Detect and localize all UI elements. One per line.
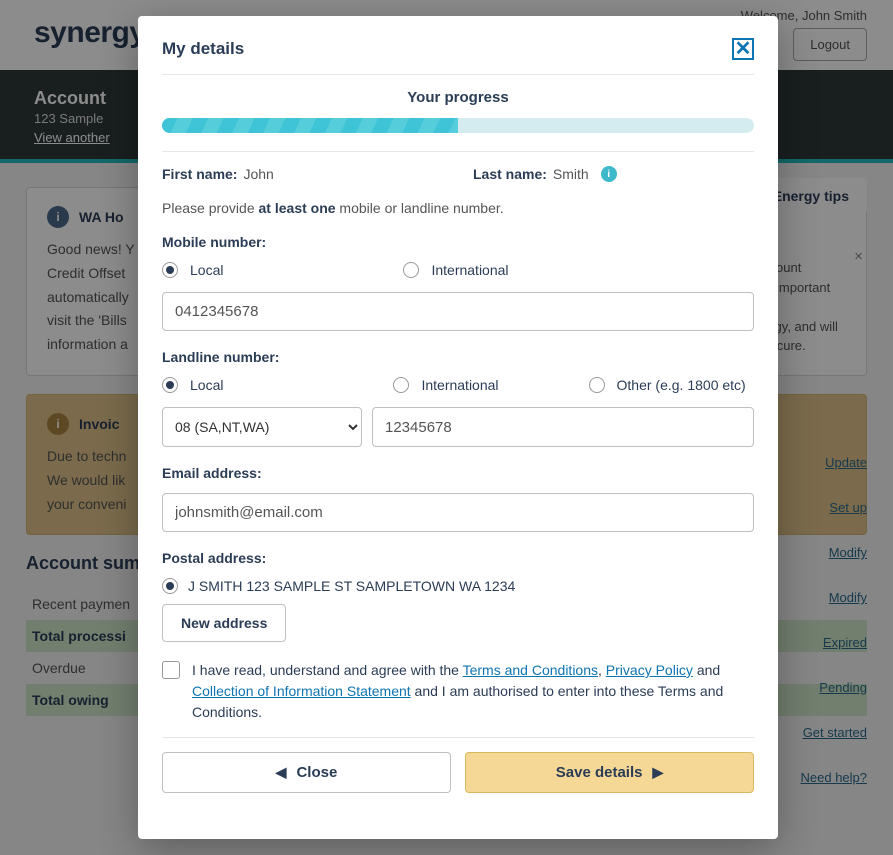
instruction-text: Please provide at least one mobile or la…: [162, 200, 754, 216]
my-details-modal: My details ✕ Your progress First name: J…: [138, 16, 778, 839]
landline-local-radio[interactable]: [162, 377, 178, 393]
mobile-local-label: Local: [190, 262, 223, 278]
close-button[interactable]: ◀ Close: [162, 752, 451, 793]
collection-statement-link[interactable]: Collection of Information Statement: [192, 683, 411, 699]
close-icon[interactable]: ✕: [732, 38, 754, 60]
mobile-international-radio[interactable]: [403, 262, 419, 278]
first-name-value: John: [243, 166, 273, 182]
info-icon[interactable]: i: [601, 166, 617, 182]
first-name-label: First name:: [162, 166, 237, 182]
email-input[interactable]: [162, 493, 754, 532]
mobile-international-label: International: [431, 262, 508, 278]
landline-number-label: Landline number:: [162, 349, 754, 365]
chevron-left-icon: ◀: [276, 764, 287, 781]
modal-title: My details: [162, 39, 244, 59]
last-name-label: Last name:: [473, 166, 547, 182]
privacy-link[interactable]: Privacy Policy: [606, 662, 693, 678]
last-name-value: Smith: [553, 166, 589, 182]
landline-other-radio[interactable]: [589, 377, 605, 393]
chevron-right-icon: ▶: [652, 764, 663, 781]
email-label: Email address:: [162, 465, 754, 481]
save-details-button[interactable]: Save details ▶: [465, 752, 754, 793]
terms-link[interactable]: Terms and Conditions: [463, 662, 598, 678]
landline-number-input[interactable]: [372, 407, 754, 447]
landline-local-label: Local: [190, 377, 223, 393]
mobile-local-radio[interactable]: [162, 262, 178, 278]
new-address-button[interactable]: New address: [162, 604, 286, 642]
postal-address-radio[interactable]: [162, 578, 178, 594]
consent-checkbox[interactable]: [162, 661, 180, 679]
consent-text: I have read, understand and agree with t…: [192, 660, 754, 723]
mobile-number-input[interactable]: [162, 292, 754, 331]
postal-address-value: J SMITH 123 SAMPLE ST SAMPLETOWN WA 1234: [188, 578, 515, 594]
progress-label: Your progress: [162, 89, 754, 106]
landline-international-label: International: [421, 377, 498, 393]
landline-international-radio[interactable]: [393, 377, 409, 393]
area-code-select[interactable]: 08 (SA,NT,WA): [162, 407, 362, 447]
landline-other-label: Other (e.g. 1800 etc): [617, 377, 746, 393]
progress-bar: [162, 118, 754, 133]
mobile-number-label: Mobile number:: [162, 234, 754, 250]
postal-address-label: Postal address:: [162, 550, 754, 566]
progress-fill: [162, 118, 458, 133]
